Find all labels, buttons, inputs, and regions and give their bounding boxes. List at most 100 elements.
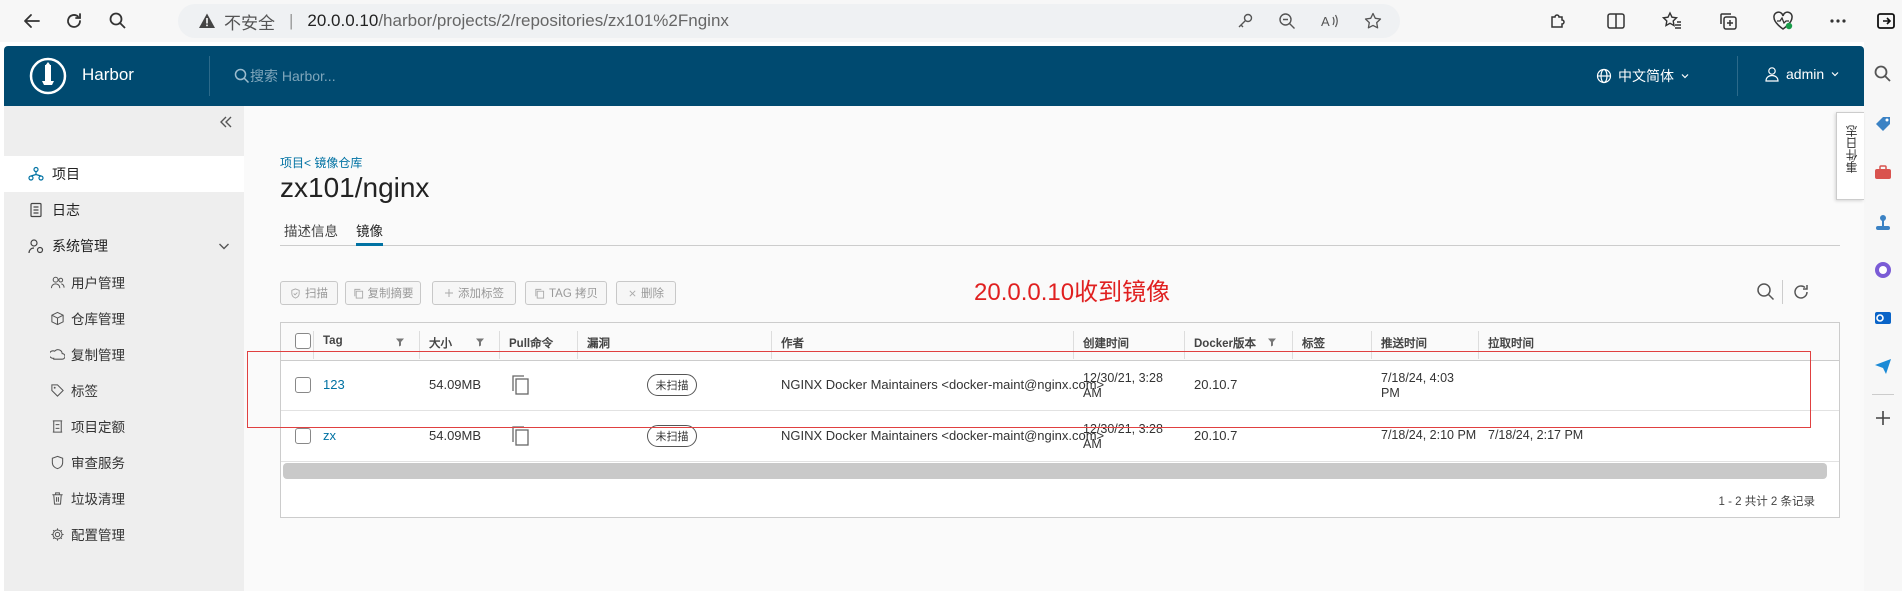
sidebar-item-label: 仓库管理: [71, 312, 125, 327]
trash-icon: [52, 491, 63, 505]
column-header-tag[interactable]: Tag: [323, 335, 343, 347]
sidebar-item-interrogation[interactable]: 审查服务: [4, 444, 244, 480]
games-icon[interactable]: [1873, 212, 1893, 232]
more-menu-button[interactable]: [1828, 0, 1848, 42]
created-time-line2: AM: [1083, 386, 1102, 400]
column-header-push-time[interactable]: 推送时间: [1381, 335, 1427, 351]
collapse-sidebar-button[interactable]: [218, 114, 238, 134]
column-header-labels[interactable]: 标签: [1302, 335, 1325, 351]
extensions-button[interactable]: [1548, 0, 1568, 42]
column-header-size[interactable]: 大小: [429, 335, 452, 351]
column-header-created[interactable]: 创建时间: [1083, 335, 1129, 351]
tag-link[interactable]: 123: [323, 377, 345, 392]
event-log-label: 事件日志: [1845, 125, 1859, 173]
created-time-line2: AM: [1083, 437, 1102, 451]
author-value: NGINX Docker Maintainers <docker-maint@n…: [781, 377, 1105, 392]
username: admin: [1786, 66, 1825, 82]
user-menu[interactable]: admin: [1764, 66, 1840, 82]
push-time-value: 7/18/24, 2:10 PM: [1381, 428, 1477, 442]
add-label-button[interactable]: 添加标签: [432, 281, 516, 305]
sidebar-item-quotas[interactable]: 项目定额: [4, 408, 244, 444]
browser-health-button[interactable]: [1772, 0, 1794, 42]
scan-button[interactable]: 扫描: [280, 281, 338, 305]
sidebar-item-config[interactable]: 配置管理: [4, 516, 244, 552]
column-header-pull[interactable]: Pull命令: [509, 335, 553, 351]
search-icon[interactable]: [1756, 282, 1776, 302]
double-chevron-left-icon: [220, 116, 232, 128]
filter-icon[interactable]: [1267, 337, 1277, 347]
browser-search-button[interactable]: [100, 3, 136, 39]
delete-button[interactable]: 删除: [616, 281, 676, 305]
table-row[interactable]: zx 54.09MB 未扫描 NGINX Docker Maintainers …: [281, 412, 1839, 462]
read-aloud-icon[interactable]: A: [1320, 12, 1340, 30]
address-bar[interactable]: 不安全 | 20.0.0.10/harbor/projects/2/reposi…: [178, 4, 1400, 38]
pull-time-value: 7/18/24, 2:17 PM: [1488, 428, 1584, 442]
sidebar-item-registries[interactable]: 仓库管理: [4, 300, 244, 336]
copy-icon: [353, 288, 363, 299]
column-header-author[interactable]: 作者: [781, 335, 804, 351]
column-divider: [1371, 331, 1372, 359]
column-header-pull-time[interactable]: 拉取时间: [1488, 335, 1534, 351]
tag-copy-button[interactable]: TAG 拷贝: [525, 281, 607, 305]
tag-link[interactable]: zx: [323, 428, 336, 443]
split-screen-button[interactable]: [1606, 0, 1626, 42]
favorites-button[interactable]: [1662, 0, 1682, 42]
sidebar-item-labels[interactable]: 标签: [4, 372, 244, 408]
sidebar-toggle-button[interactable]: [1876, 0, 1896, 42]
reload-button[interactable]: [56, 3, 92, 39]
search-icon[interactable]: [1873, 64, 1893, 84]
chevron-down-icon: [1681, 74, 1689, 79]
admin-icon: [28, 239, 44, 254]
sidebar-item-users[interactable]: 用户管理: [4, 264, 244, 300]
brand-name[interactable]: Harbor: [82, 65, 134, 85]
favorite-star-icon[interactable]: [1364, 12, 1382, 30]
replication-icon: [50, 348, 65, 360]
zoom-out-icon[interactable]: [1278, 12, 1296, 30]
shield-check-icon: [291, 287, 300, 299]
send-icon[interactable]: [1873, 356, 1893, 376]
collections-button[interactable]: [1718, 0, 1738, 42]
copilot-icon[interactable]: [1873, 260, 1893, 280]
warning-icon: [199, 13, 215, 28]
insecure-label: 不安全: [224, 13, 275, 33]
horizontal-scrollbar[interactable]: [283, 463, 1827, 479]
event-log-tab[interactable]: 事件日志: [1836, 112, 1864, 200]
header-divider: [209, 56, 210, 96]
select-all-checkbox[interactable]: [295, 333, 311, 349]
tab-images[interactable]: 镜像: [356, 220, 383, 246]
tab-bar: 描述信息 镜像: [280, 216, 1840, 246]
copy-digest-button[interactable]: 复制摘要: [345, 281, 421, 305]
filter-icon[interactable]: [475, 337, 485, 347]
breadcrumb[interactable]: 项目< 镜像仓库: [280, 154, 362, 171]
favorites-icon: [1662, 11, 1681, 29]
split-screen-icon: [1607, 13, 1625, 29]
row-checkbox[interactable]: [295, 377, 311, 393]
back-button[interactable]: [14, 3, 50, 39]
sidebar-item-gc[interactable]: 垃圾清理: [4, 480, 244, 516]
copy-pull-command-icon[interactable]: [511, 374, 531, 396]
outlook-icon[interactable]: [1873, 308, 1893, 328]
language-selector[interactable]: 中文简体: [1596, 66, 1690, 86]
sidebar-item-logs[interactable]: 日志: [4, 192, 244, 228]
row-checkbox[interactable]: [295, 428, 311, 444]
toolbox-icon[interactable]: [1873, 162, 1893, 182]
add-icon[interactable]: [1873, 408, 1893, 428]
key-icon[interactable]: [1236, 12, 1254, 30]
copy-pull-command-icon[interactable]: [511, 425, 531, 447]
sidebar-item-replication[interactable]: 复制管理: [4, 336, 244, 372]
filter-icon[interactable]: [395, 337, 405, 347]
sidebar-item-label: 配置管理: [71, 528, 125, 543]
tab-info[interactable]: 描述信息: [284, 220, 338, 246]
column-header-docker-version[interactable]: Docker版本: [1194, 335, 1256, 351]
sidebar-item-projects[interactable]: 项目: [4, 156, 244, 192]
shopping-tag-icon[interactable]: [1873, 114, 1893, 134]
push-time-line2: PM: [1381, 386, 1400, 400]
more-dots-icon: [1830, 19, 1846, 23]
column-header-vulnerabilities[interactable]: 漏洞: [587, 335, 610, 351]
global-search[interactable]: 搜索 Harbor...: [234, 66, 336, 86]
copy-digest-label: 复制摘要: [367, 288, 414, 300]
refresh-icon[interactable]: [1791, 282, 1811, 302]
harbor-logo-icon[interactable]: [28, 56, 68, 96]
table-row[interactable]: 123 54.09MB 未扫描 NGINX Docker Maintainers…: [281, 361, 1839, 411]
sidebar-item-admin[interactable]: 系统管理: [4, 228, 244, 264]
